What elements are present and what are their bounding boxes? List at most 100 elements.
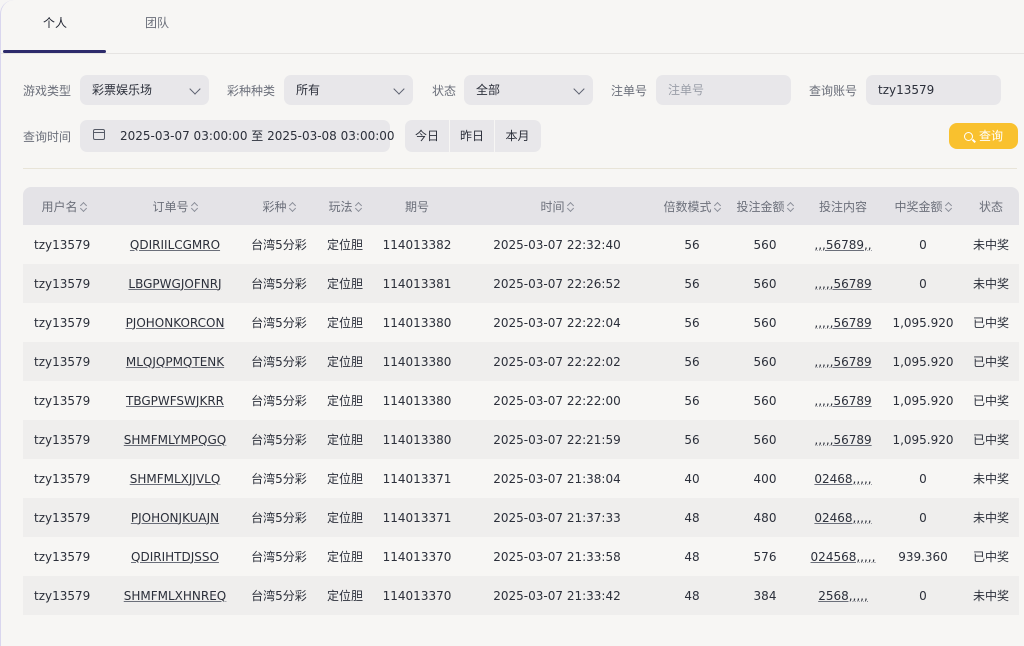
order-number-link[interactable]: LBGPWGJOFNRJ bbox=[128, 277, 221, 291]
col-header[interactable]: 时间 bbox=[457, 187, 657, 225]
tab-team[interactable]: 团队 bbox=[105, 14, 209, 31]
this-month-button[interactable]: 本月 bbox=[495, 120, 540, 152]
col-header[interactable]: 中奖金额 bbox=[883, 187, 963, 225]
col-header[interactable]: 玩法 bbox=[313, 187, 377, 225]
order-number-link[interactable]: SHMFMLXHNREQ bbox=[124, 589, 227, 603]
cell-order-number: MLQJQPMQTENK bbox=[105, 342, 245, 381]
cell-play-type: 定位胆 bbox=[326, 550, 363, 564]
bet-content-link[interactable]: ,,,,,56789 bbox=[814, 394, 871, 408]
col-header-label: 状态 bbox=[978, 199, 1003, 214]
order-number-link[interactable]: QDIRIILCGMRO bbox=[130, 238, 220, 252]
cell-bet-amount: 560 bbox=[753, 237, 777, 252]
status-select[interactable]: 全部 bbox=[464, 75, 593, 105]
order-number-link[interactable]: TBGPWFSWJKRR bbox=[126, 394, 224, 408]
game-type-select[interactable]: 彩票娱乐场 bbox=[80, 75, 209, 105]
cell-bet-content: ,,,,,56789 bbox=[803, 420, 883, 459]
bet-content-link[interactable]: ,,,,,56789 bbox=[814, 433, 871, 447]
cell-win-amount: 0 bbox=[919, 237, 927, 252]
cell-bet-content: 02468,,,,, bbox=[803, 459, 883, 498]
cell-issue-number: 114013380 bbox=[382, 354, 452, 369]
tab-personal[interactable]: 个人 bbox=[3, 14, 107, 31]
cell-issue-number: 114013380 bbox=[382, 393, 452, 408]
col-header: 投注内容 bbox=[803, 187, 883, 225]
cell-status: 已中奖 bbox=[972, 550, 1009, 564]
cell-bet-content: 024568,,,,, bbox=[803, 537, 883, 576]
cell-multiplier: 56 bbox=[684, 393, 700, 408]
game-type-value: 彩票娱乐场 bbox=[92, 83, 153, 97]
cell-bet-amount: 576 bbox=[753, 549, 777, 564]
today-button[interactable]: 今日 bbox=[405, 120, 450, 152]
bet-content-link[interactable]: ,,,56789,, bbox=[814, 238, 871, 252]
cell-status: 已中奖 bbox=[972, 316, 1009, 330]
lottery-type-label: 彩种种类 bbox=[227, 84, 276, 98]
order-number-link[interactable]: PJOHONJKUAJN bbox=[131, 511, 219, 525]
cell-bet-time: 2025-03-07 22:21:59 bbox=[493, 432, 621, 447]
col-header[interactable]: 订单号 bbox=[105, 187, 245, 225]
cell-order-number: SHMFMLXJJVLQ bbox=[105, 459, 245, 498]
cell-status: 未中奖 bbox=[972, 238, 1009, 252]
cell-lottery: 台湾5分彩 bbox=[251, 394, 307, 408]
col-header-label: 投注金额 bbox=[736, 199, 785, 214]
query-button[interactable]: 查询 bbox=[949, 123, 1018, 149]
col-header[interactable]: 投注金额 bbox=[727, 187, 803, 225]
cell-status: 未中奖 bbox=[972, 472, 1009, 486]
chevron-down-icon bbox=[393, 83, 405, 95]
table-row: tzy13579 LBGPWGJOFNRJ 台湾5分彩 定位胆 114013381 202… bbox=[23, 264, 1019, 303]
col-header: 期号 bbox=[377, 187, 457, 225]
cell-bet-amount: 560 bbox=[753, 276, 777, 291]
col-header[interactable]: 倍数模式 bbox=[657, 187, 727, 225]
cell-username: tzy13579 bbox=[34, 393, 91, 408]
yesterday-button[interactable]: 昨日 bbox=[450, 120, 495, 152]
cell-multiplier: 48 bbox=[684, 549, 700, 564]
table-row: tzy13579 SHMFMLXJJVLQ 台湾5分彩 定位胆 114013371 202… bbox=[23, 459, 1019, 498]
cell-bet-time: 2025-03-07 21:38:04 bbox=[493, 471, 621, 486]
bet-content-link[interactable]: ,,,,,56789 bbox=[814, 355, 871, 369]
cell-bet-content: ,,,,,56789 bbox=[803, 381, 883, 420]
bet-content-link[interactable]: 2568,,,,, bbox=[818, 589, 868, 603]
sort-icon[interactable] bbox=[289, 202, 296, 212]
table-row: tzy13579 SHMFMLYMPQGQ 台湾5分彩 定位胆 114013380 202… bbox=[23, 420, 1019, 459]
order-number-input[interactable]: 注单号 bbox=[656, 75, 791, 105]
bet-content-link[interactable]: 02468,,,,, bbox=[814, 511, 871, 525]
cell-order-number: TBGPWFSWJKRR bbox=[105, 381, 245, 420]
order-number-link[interactable]: QDIRIHTDJSSO bbox=[131, 550, 219, 564]
cell-multiplier: 48 bbox=[684, 510, 700, 525]
col-header-label: 倍数模式 bbox=[663, 199, 712, 214]
account-value: tzy13579 bbox=[878, 83, 935, 97]
sort-icon[interactable] bbox=[945, 202, 952, 212]
bet-content-link[interactable]: ,,,,,56789 bbox=[814, 277, 871, 291]
sort-icon[interactable] bbox=[787, 202, 794, 212]
col-header-label: 订单号 bbox=[152, 199, 189, 214]
cell-play-type: 定位胆 bbox=[326, 433, 363, 447]
status-label: 状态 bbox=[432, 84, 457, 98]
cell-issue-number: 114013370 bbox=[382, 549, 452, 564]
account-input[interactable]: tzy13579 bbox=[866, 75, 1001, 105]
sort-icon[interactable] bbox=[191, 202, 198, 212]
cell-bet-time: 2025-03-07 21:33:42 bbox=[493, 588, 621, 603]
cell-multiplier: 48 bbox=[684, 588, 700, 603]
cell-bet-content: ,,,,,56789 bbox=[803, 264, 883, 303]
col-header[interactable]: 用户名 bbox=[23, 187, 105, 225]
order-number-link[interactable]: SHMFMLYMPQGQ bbox=[124, 433, 226, 447]
cell-order-number: QDIRIILCGMRO bbox=[105, 225, 245, 264]
order-number-link[interactable]: SHMFMLXJJVLQ bbox=[130, 472, 221, 486]
table-row: tzy13579 SHMFMLXHNREQ 台湾5分彩 定位胆 114013370 202… bbox=[23, 576, 1019, 615]
table-row: tzy13579 QDIRIILCGMRO 台湾5分彩 定位胆 114013382 202… bbox=[23, 225, 1019, 264]
order-number-link[interactable]: MLQJQPMQTENK bbox=[126, 355, 224, 369]
cell-lottery: 台湾5分彩 bbox=[251, 355, 307, 369]
cell-status: 已中奖 bbox=[972, 433, 1009, 447]
cell-bet-time: 2025-03-07 22:22:00 bbox=[493, 393, 621, 408]
bet-content-link[interactable]: 02468,,,,, bbox=[814, 472, 871, 486]
lottery-type-select[interactable]: 所有 bbox=[284, 75, 413, 105]
sort-icon[interactable] bbox=[567, 202, 574, 212]
sort-icon[interactable] bbox=[80, 202, 87, 212]
bet-content-link[interactable]: ,,,,,56789 bbox=[814, 316, 871, 330]
sort-icon[interactable] bbox=[714, 202, 721, 212]
col-header[interactable]: 彩种 bbox=[245, 187, 313, 225]
cell-username: tzy13579 bbox=[34, 237, 91, 252]
order-number-link[interactable]: PJOHONKORCON bbox=[126, 316, 225, 330]
cell-username: tzy13579 bbox=[34, 354, 91, 369]
date-range-picker[interactable]: 2025-03-07 03:00:00 至 2025-03-08 03:00:0… bbox=[80, 120, 395, 152]
bet-content-link[interactable]: 024568,,,,, bbox=[811, 550, 876, 564]
sort-icon[interactable] bbox=[355, 202, 362, 212]
